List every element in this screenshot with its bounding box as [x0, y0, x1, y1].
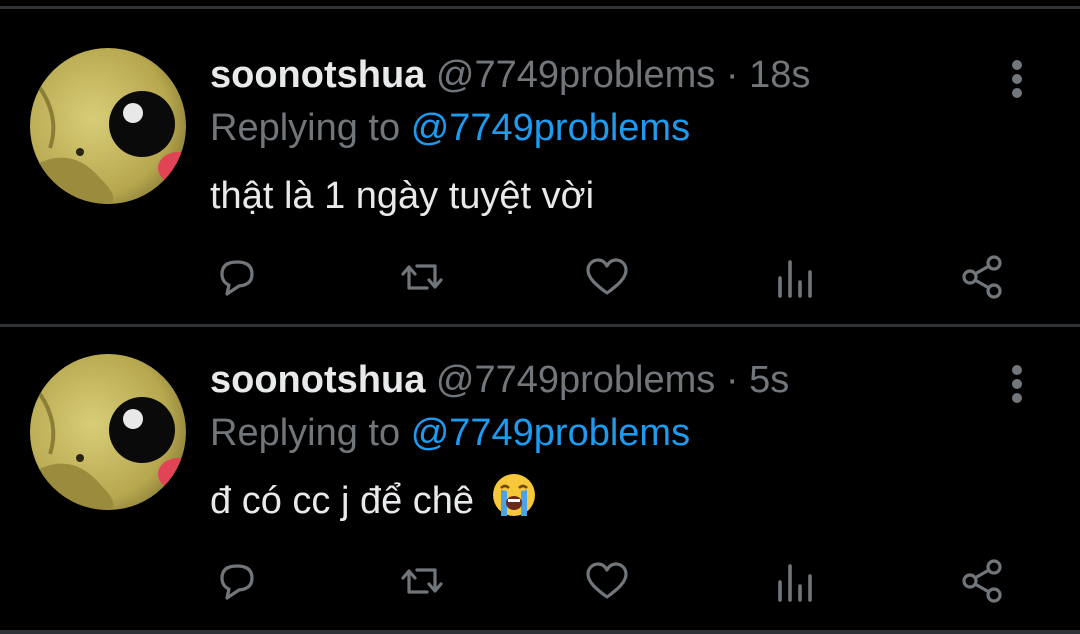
timestamp[interactable]: 18s — [749, 54, 810, 96]
mention-link[interactable]: @7749problems — [411, 412, 690, 454]
tweet-text-content: đ có cc j để chê — [210, 480, 475, 523]
reply-icon[interactable] — [212, 252, 262, 302]
tweet[interactable]: soonotshua @7749problems · 18s Replying … — [0, 0, 1080, 300]
share-icon[interactable] — [958, 252, 1008, 302]
avatar-image — [30, 48, 186, 204]
more-options-icon[interactable] — [1000, 357, 1034, 407]
replying-to: Replying to @7749problems — [210, 103, 690, 153]
share-icon[interactable] — [958, 556, 1008, 606]
tweet-header: soonotshua @7749problems · 18s — [210, 50, 810, 100]
avatar-image — [30, 354, 186, 510]
display-name[interactable]: soonotshua — [210, 359, 425, 401]
tweet-text-content: thật là 1 ngày tuyệt vời — [210, 175, 595, 217]
avatar[interactable] — [30, 48, 186, 204]
replying-to: Replying to @7749problems — [210, 408, 690, 458]
reply-icon[interactable] — [212, 556, 262, 606]
replying-prefix: Replying to — [210, 412, 401, 454]
like-icon[interactable] — [582, 252, 632, 302]
avatar[interactable] — [30, 354, 186, 510]
handle[interactable]: @7749problems — [436, 54, 715, 96]
retweet-icon[interactable] — [397, 556, 447, 606]
timestamp[interactable]: 5s — [749, 359, 789, 401]
loudly-crying-face-icon — [491, 472, 537, 534]
tweet-text: thật là 1 ngày tuyệt vời — [210, 168, 594, 224]
separator-dot: · — [725, 54, 739, 96]
tweet[interactable]: soonotshua @7749problems · 5s Replying t… — [0, 304, 1080, 604]
separator-dot: · — [725, 359, 739, 401]
more-options-icon[interactable] — [1000, 52, 1034, 102]
analytics-icon[interactable] — [770, 556, 820, 606]
analytics-icon[interactable] — [770, 252, 820, 302]
bottom-divider — [0, 630, 1080, 634]
handle[interactable]: @7749problems — [436, 359, 715, 401]
tweet-header: soonotshua @7749problems · 5s — [210, 355, 789, 405]
replying-prefix: Replying to — [210, 107, 401, 149]
mention-link[interactable]: @7749problems — [411, 107, 690, 149]
retweet-icon[interactable] — [397, 252, 447, 302]
like-icon[interactable] — [582, 556, 632, 606]
display-name[interactable]: soonotshua — [210, 54, 425, 96]
tweet-text: đ có cc j để chê — [210, 472, 537, 528]
